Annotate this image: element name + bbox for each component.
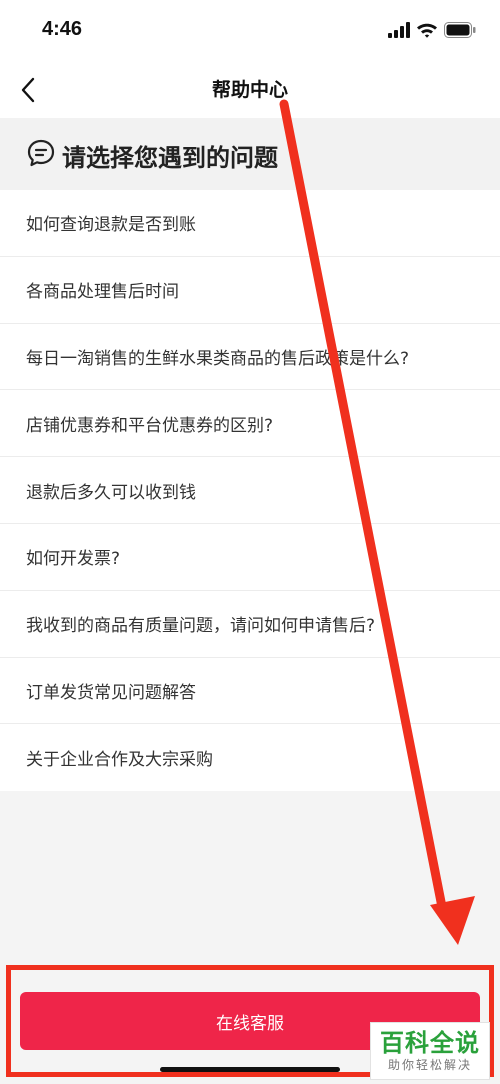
faq-item-label: 我收到的商品有质量问题，请问如何申请售后? <box>26 616 376 637</box>
faq-item-label: 关于企业合作及大宗采购 <box>26 750 213 771</box>
faq-item-label: 订单发货常见问题解答 <box>26 682 196 703</box>
home-indicator <box>160 1067 340 1072</box>
faq-item-label: 如何查询退款是否到账 <box>26 215 196 236</box>
status-icons <box>388 22 478 40</box>
faq-item[interactable]: 店铺优惠券和平台优惠券的区别? <box>0 390 500 458</box>
faq-item-label: 退款后多久可以收到钱 <box>26 482 196 503</box>
faq-item[interactable]: 各商品处理售后时间 <box>0 257 500 324</box>
faq-item[interactable]: 退款后多久可以收到钱 <box>0 457 500 524</box>
faq-list: 如何查询退款是否到账 各商品处理售后时间 每日一淘销售的生鲜水果类商品的售后政策… <box>0 190 500 792</box>
page-title: 帮助中心 <box>211 79 288 101</box>
status-time: 4:46 <box>42 18 83 40</box>
faq-item-label: 各商品处理售后时间 <box>26 282 179 303</box>
wifi-icon <box>417 23 437 38</box>
section-title: 请选择您遇到的问题 <box>62 144 278 172</box>
nav-bar: 帮助中心 <box>0 62 500 118</box>
section-header: 请选择您遇到的问题 <box>0 118 500 190</box>
faq-item[interactable]: 如何查询退款是否到账 <box>0 190 500 257</box>
faq-item[interactable]: 订单发货常见问题解答 <box>0 658 500 725</box>
faq-item-label: 如何开发票? <box>26 549 121 570</box>
watermark-subtitle: 助你轻松解决 <box>387 1058 472 1072</box>
battery-icon <box>444 22 476 38</box>
watermark-logo: 百科全说 助你轻松解决 <box>370 1022 490 1080</box>
faq-item[interactable]: 关于企业合作及大宗采购 <box>0 724 500 791</box>
faq-item-label: 店铺优惠券和平台优惠券的区别? <box>26 415 274 436</box>
cellular-signal-icon <box>388 22 410 38</box>
faq-item[interactable]: 如何开发票? <box>0 524 500 591</box>
status-bar: 4:46 <box>0 0 500 62</box>
faq-item[interactable]: 我收到的商品有质量问题，请问如何申请售后? <box>0 591 500 658</box>
watermark-title: 百科全说 <box>380 1029 480 1057</box>
chat-bubble-icon <box>27 139 55 167</box>
faq-item[interactable]: 每日一淘销售的生鲜水果类商品的售后政策是什么? <box>0 324 500 391</box>
faq-item-label: 每日一淘销售的生鲜水果类商品的售后政策是什么? <box>26 348 410 369</box>
